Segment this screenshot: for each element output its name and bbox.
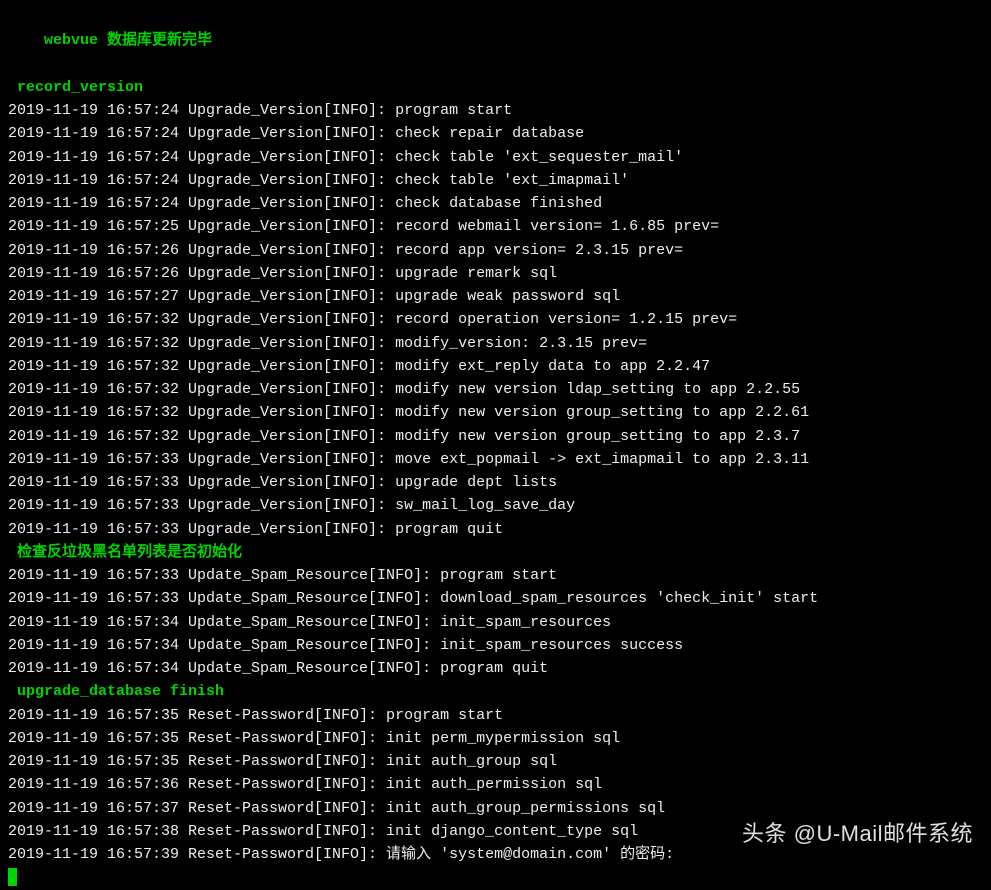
reset-password-log-block: 2019-11-19 16:57:35 Reset-Password[INFO]…: [8, 704, 983, 867]
log-line: 2019-11-19 16:57:35 Reset-Password[INFO]…: [8, 704, 983, 727]
log-line: 2019-11-19 16:57:34 Update_Spam_Resource…: [8, 634, 983, 657]
log-line: 2019-11-19 16:57:33 Upgrade_Version[INFO…: [8, 471, 983, 494]
log-line: 2019-11-19 16:57:32 Upgrade_Version[INFO…: [8, 378, 983, 401]
log-line: 2019-11-19 16:57:26 Upgrade_Version[INFO…: [8, 239, 983, 262]
log-line: 2019-11-19 16:57:24 Upgrade_Version[INFO…: [8, 99, 983, 122]
header-prefix: webvue: [44, 32, 107, 49]
log-line: 2019-11-19 16:57:32 Upgrade_Version[INFO…: [8, 308, 983, 331]
log-line: 2019-11-19 16:57:34 Update_Spam_Resource…: [8, 657, 983, 680]
log-line: 2019-11-19 16:57:24 Upgrade_Version[INFO…: [8, 122, 983, 145]
log-line: 2019-11-19 16:57:39 Reset-Password[INFO]…: [8, 843, 983, 866]
header-rest: 数据库更新完毕: [107, 32, 212, 49]
terminal-output[interactable]: webvue 数据库更新完毕 record_version 2019-11-19…: [8, 6, 983, 890]
update-spam-log-block: 2019-11-19 16:57:33 Update_Spam_Resource…: [8, 564, 983, 680]
log-line: 2019-11-19 16:57:34 Update_Spam_Resource…: [8, 611, 983, 634]
cursor-icon: [8, 868, 17, 886]
status-header-record-version: record_version: [8, 76, 983, 99]
log-line: 2019-11-19 16:57:33 Upgrade_Version[INFO…: [8, 494, 983, 517]
log-line: 2019-11-19 16:57:33 Upgrade_Version[INFO…: [8, 448, 983, 471]
log-line: 2019-11-19 16:57:25 Upgrade_Version[INFO…: [8, 215, 983, 238]
log-line: 2019-11-19 16:57:36 Reset-Password[INFO]…: [8, 773, 983, 796]
status-header-webvue: webvue 数据库更新完毕: [8, 6, 983, 76]
upgrade-version-log-block: 2019-11-19 16:57:24 Upgrade_Version[INFO…: [8, 99, 983, 541]
log-line: 2019-11-19 16:57:33 Update_Spam_Resource…: [8, 564, 983, 587]
log-line: 2019-11-19 16:57:32 Upgrade_Version[INFO…: [8, 425, 983, 448]
log-line: 2019-11-19 16:57:35 Reset-Password[INFO]…: [8, 750, 983, 773]
prompt-line[interactable]: [8, 866, 983, 889]
log-line: 2019-11-19 16:57:32 Upgrade_Version[INFO…: [8, 355, 983, 378]
log-line: 2019-11-19 16:57:32 Upgrade_Version[INFO…: [8, 401, 983, 424]
log-line: 2019-11-19 16:57:37 Reset-Password[INFO]…: [8, 797, 983, 820]
log-line: 2019-11-19 16:57:35 Reset-Password[INFO]…: [8, 727, 983, 750]
log-line: 2019-11-19 16:57:27 Upgrade_Version[INFO…: [8, 285, 983, 308]
log-line: 2019-11-19 16:57:33 Update_Spam_Resource…: [8, 587, 983, 610]
log-line: 2019-11-19 16:57:33 Upgrade_Version[INFO…: [8, 518, 983, 541]
status-header-upgrade-finish: upgrade_database finish: [8, 680, 983, 703]
log-line: 2019-11-19 16:57:24 Upgrade_Version[INFO…: [8, 146, 983, 169]
log-line: 2019-11-19 16:57:38 Reset-Password[INFO]…: [8, 820, 983, 843]
log-line: 2019-11-19 16:57:26 Upgrade_Version[INFO…: [8, 262, 983, 285]
log-line: 2019-11-19 16:57:24 Upgrade_Version[INFO…: [8, 169, 983, 192]
log-line: 2019-11-19 16:57:32 Upgrade_Version[INFO…: [8, 332, 983, 355]
status-header-spam-check: 检查反垃圾黑名单列表是否初始化: [8, 541, 983, 564]
log-line: 2019-11-19 16:57:24 Upgrade_Version[INFO…: [8, 192, 983, 215]
